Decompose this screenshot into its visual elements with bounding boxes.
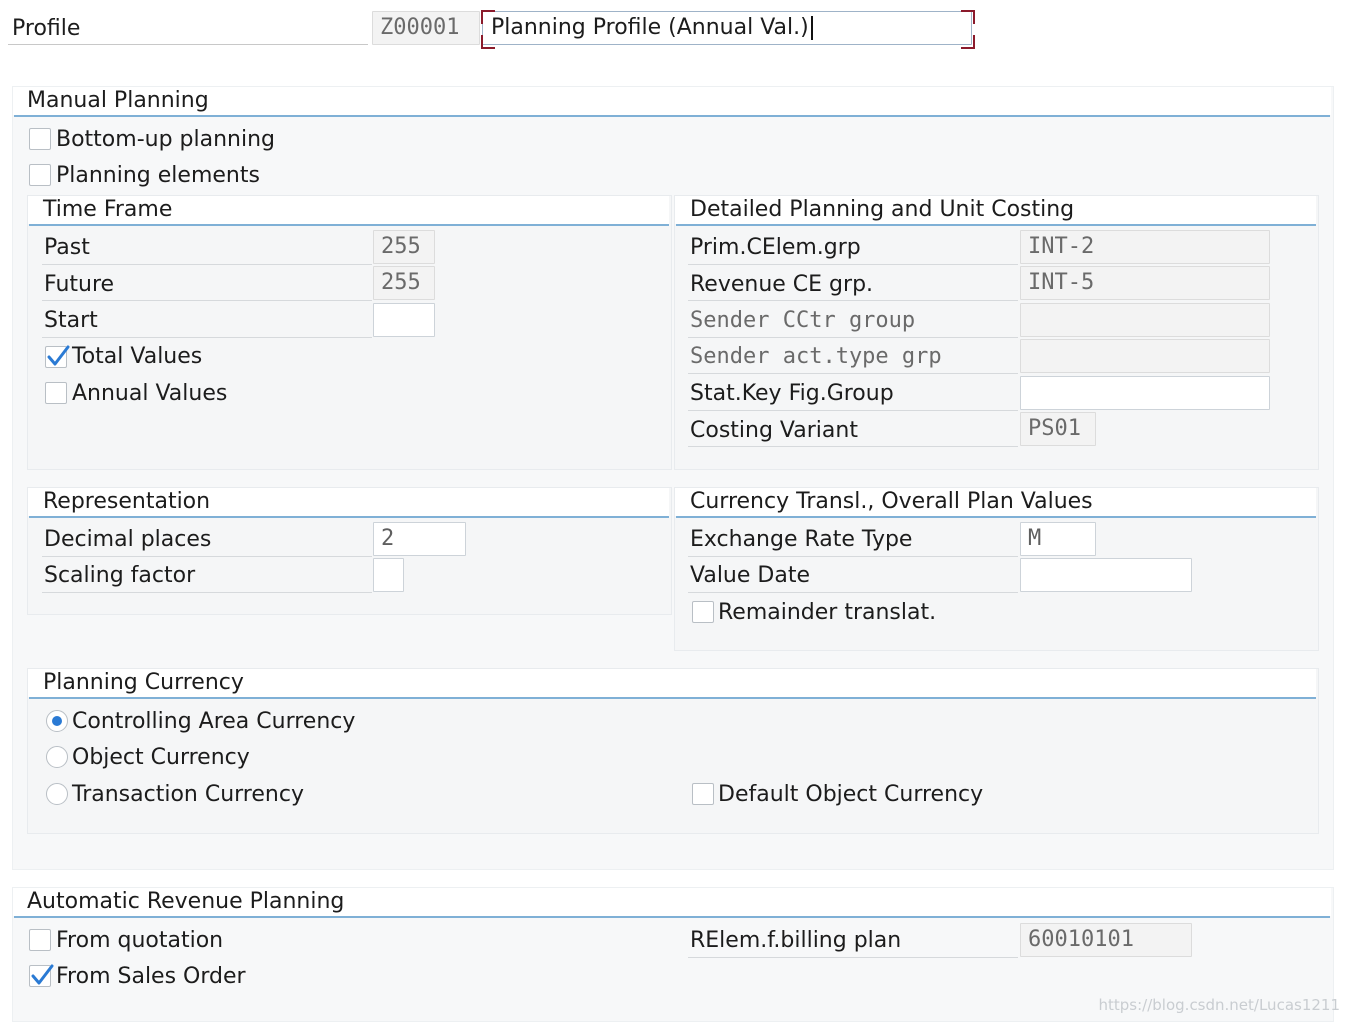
- future-field[interactable]: 255: [373, 266, 435, 300]
- planning-elements-label: Planning elements: [56, 163, 260, 188]
- from-quotation-checkbox[interactable]: [29, 929, 51, 951]
- prim-celem-label: Prim.CElem.grp: [690, 235, 861, 260]
- automatic-revenue-divider: [14, 916, 1330, 918]
- billing-plan-underline: [688, 957, 1018, 958]
- focus-corner-tl: [481, 10, 495, 24]
- billing-plan-field[interactable]: 60010101: [1020, 923, 1192, 957]
- past-underline: [42, 264, 372, 265]
- decimal-places-label: Decimal places: [44, 527, 212, 552]
- representation-divider: [29, 516, 669, 518]
- billing-plan-label: RElem.f.billing plan: [690, 928, 902, 953]
- costing-variant-label: Costing Variant: [690, 418, 858, 443]
- remainder-label: Remainder translat.: [718, 600, 937, 625]
- time-frame-group: [27, 195, 672, 470]
- total-values-checkbox[interactable]: [45, 345, 70, 368]
- bottom-up-label: Bottom-up planning: [56, 127, 276, 152]
- detailed-planning-title: Detailed Planning and Unit Costing: [690, 197, 1075, 222]
- detailed-planning-divider: [676, 224, 1316, 226]
- past-field[interactable]: 255: [373, 230, 435, 264]
- future-label: Future: [44, 272, 115, 297]
- planning-elements-checkbox[interactable]: [29, 164, 51, 186]
- time-frame-title: Time Frame: [43, 197, 173, 222]
- start-underline: [42, 337, 372, 338]
- annual-values-checkbox[interactable]: [45, 382, 67, 404]
- scaling-factor-label: Scaling factor: [44, 563, 196, 588]
- manual-planning-header: [13, 87, 1331, 115]
- value-date-field[interactable]: [1020, 558, 1192, 592]
- stat-key-field[interactable]: [1020, 376, 1270, 410]
- decimal-places-field[interactable]: 2: [373, 522, 466, 556]
- text-caret: [810, 16, 813, 40]
- controlling-area-currency-label: Controlling Area Currency: [72, 709, 356, 734]
- stat-key-label: Stat.Key Fig.Group: [690, 381, 894, 406]
- stat-key-underline: [688, 410, 1018, 411]
- planning-currency-title: Planning Currency: [43, 670, 244, 695]
- sender-act-underline: [688, 373, 1018, 374]
- future-underline: [42, 300, 372, 301]
- start-field[interactable]: [373, 303, 435, 337]
- default-object-currency-label: Default Object Currency: [718, 782, 984, 807]
- value-date-underline: [688, 592, 1018, 593]
- manual-planning-title: Manual Planning: [27, 88, 209, 113]
- time-frame-divider: [29, 224, 669, 226]
- value-date-label: Value Date: [690, 563, 810, 588]
- profile-description-text: Planning Profile (Annual Val.): [491, 15, 809, 40]
- prim-celem-underline: [688, 264, 1018, 265]
- past-label: Past: [44, 235, 90, 260]
- sender-cctr-underline: [688, 337, 1018, 338]
- scaling-factor-underline: [42, 592, 372, 593]
- default-object-currency-checkbox[interactable]: [692, 783, 714, 805]
- sender-cctr-label: Sender CCtr group: [690, 308, 916, 333]
- scaling-factor-field[interactable]: [373, 558, 404, 592]
- revenue-ce-field[interactable]: INT-5: [1020, 266, 1270, 300]
- costing-variant-field[interactable]: PS01: [1020, 412, 1096, 446]
- from-sales-order-checkbox[interactable]: [29, 964, 54, 987]
- planning-currency-divider: [29, 697, 1316, 699]
- decimal-places-underline: [42, 556, 372, 557]
- profile-label: Profile: [12, 16, 81, 41]
- revenue-ce-label: Revenue CE grp.: [690, 272, 874, 297]
- object-currency-radio[interactable]: [46, 746, 68, 768]
- checkmark-icon: [47, 345, 70, 366]
- checkmark-icon: [31, 964, 54, 985]
- sender-act-field[interactable]: [1020, 339, 1270, 373]
- from-sales-order-label: From Sales Order: [56, 964, 246, 989]
- exchange-rate-label: Exchange Rate Type: [690, 527, 913, 552]
- bottom-up-checkbox[interactable]: [29, 128, 51, 150]
- total-values-label: Total Values: [72, 344, 203, 369]
- exchange-rate-field[interactable]: M: [1020, 522, 1096, 556]
- annual-values-label: Annual Values: [72, 381, 228, 406]
- sender-cctr-field[interactable]: [1020, 303, 1270, 337]
- object-currency-label: Object Currency: [72, 745, 250, 770]
- focus-corner-tr: [961, 10, 975, 24]
- profile-underline: [8, 44, 368, 45]
- sender-act-label: Sender act.type grp: [690, 344, 942, 369]
- representation-title: Representation: [43, 489, 211, 514]
- currency-transl-title: Currency Transl., Overall Plan Values: [690, 489, 1093, 514]
- focus-corner-br: [961, 35, 975, 49]
- currency-transl-divider: [676, 516, 1316, 518]
- radio-selected-dot: [52, 716, 62, 726]
- costing-variant-underline: [688, 446, 1018, 447]
- controlling-area-currency-radio[interactable]: [46, 710, 68, 732]
- revenue-ce-underline: [688, 300, 1018, 301]
- manual-planning-divider: [14, 115, 1330, 117]
- remainder-checkbox[interactable]: [692, 601, 714, 623]
- transaction-currency-radio[interactable]: [46, 783, 68, 805]
- profile-description-input[interactable]: Planning Profile (Annual Val.): [482, 11, 972, 45]
- transaction-currency-label: Transaction Currency: [72, 782, 304, 807]
- watermark-text: https://blog.csdn.net/Lucas1211: [1098, 996, 1340, 1014]
- focus-corner-bl: [481, 35, 495, 49]
- profile-code-field[interactable]: Z00001: [372, 11, 480, 45]
- automatic-revenue-title: Automatic Revenue Planning: [27, 889, 345, 914]
- exchange-rate-underline: [688, 556, 1018, 557]
- from-quotation-label: From quotation: [56, 928, 224, 953]
- start-label: Start: [44, 308, 98, 333]
- prim-celem-field[interactable]: INT-2: [1020, 230, 1270, 264]
